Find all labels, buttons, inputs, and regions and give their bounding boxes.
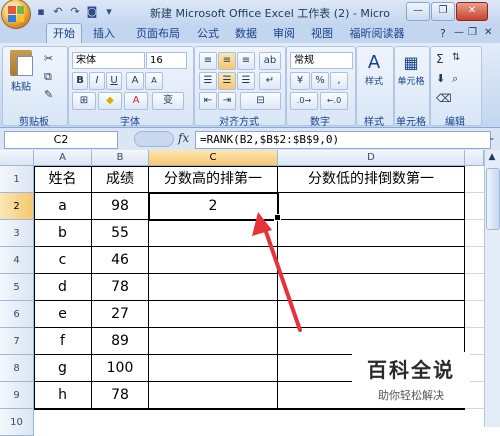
watermark-subtitle: 助你轻松解决: [378, 389, 444, 402]
arrowhead-icon: [252, 212, 272, 236]
office-logo-icon: [8, 6, 24, 22]
watermark: 百科全说 助你轻松解决: [352, 352, 470, 408]
watermark-title: 百科全说: [367, 358, 455, 382]
arrow-shaft: [262, 224, 302, 332]
office-button[interactable]: [2, 0, 30, 28]
